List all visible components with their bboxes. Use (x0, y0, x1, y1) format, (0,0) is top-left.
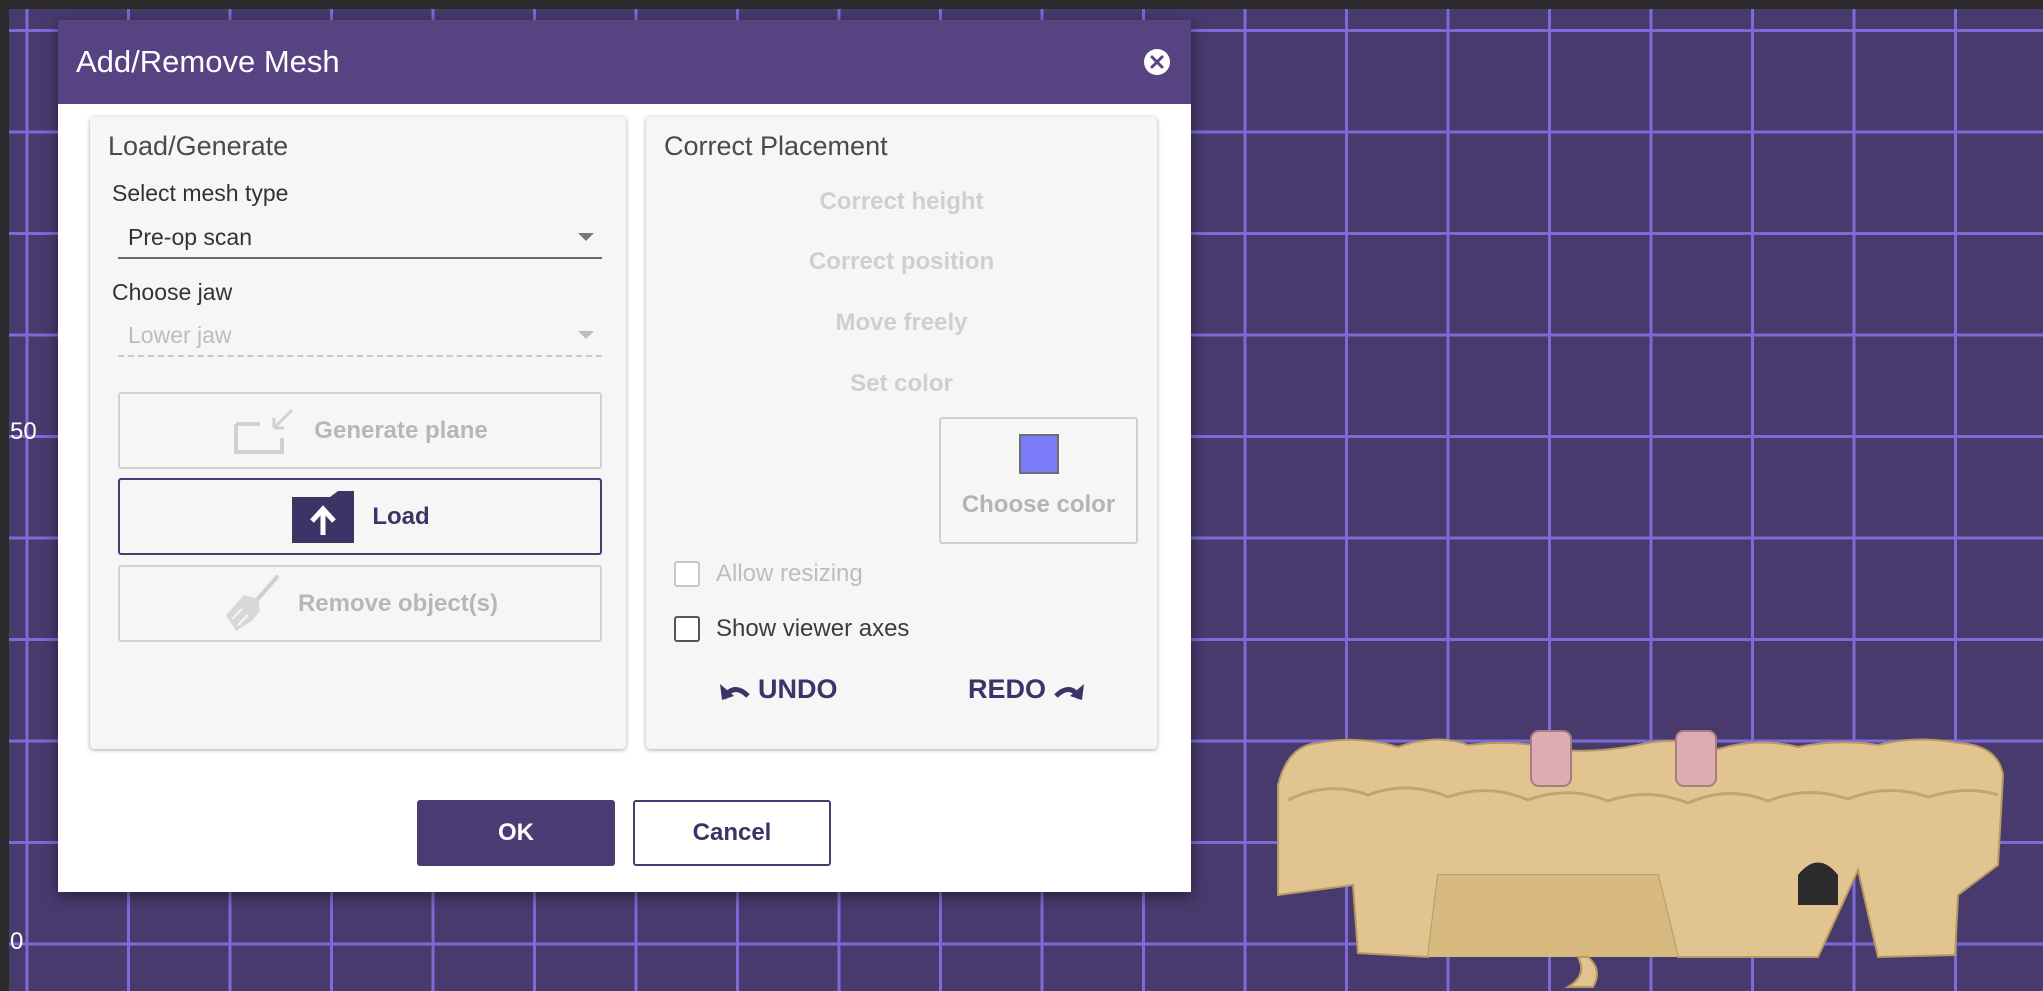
allow-resizing-label: Allow resizing (716, 560, 863, 587)
correct-position-button[interactable]: Correct position (646, 248, 1157, 276)
generate-plane-label: Generate plane (314, 416, 488, 444)
correct-height-button[interactable]: Correct height (646, 188, 1157, 216)
redo-icon (1054, 683, 1085, 700)
dialog-header: Add/Remove Mesh (58, 20, 1191, 104)
redo-button[interactable]: REDO (968, 674, 1086, 705)
cancel-button[interactable]: Cancel (633, 800, 831, 866)
remove-objects-button[interactable]: Remove object(s) (118, 565, 602, 642)
jaw-label: Choose jaw (112, 279, 233, 305)
load-label: Load (372, 502, 430, 530)
add-remove-mesh-dialog: Add/Remove Mesh Load/Generate Select mes… (58, 20, 1191, 892)
dental-model-hole (1798, 862, 1838, 905)
correct-placement-panel: Correct Placement Correct height Correct… (646, 117, 1157, 749)
chevron-down-icon (578, 233, 594, 241)
dental-model-shadow (1428, 875, 1678, 957)
remove-objects-label: Remove object(s) (297, 589, 499, 617)
move-freely-button[interactable]: Move freely (646, 309, 1157, 337)
close-button[interactable] (1135, 40, 1179, 84)
show-viewer-axes-label: Show viewer axes (716, 615, 910, 642)
correct-placement-title: Correct Placement (664, 131, 888, 161)
axis-label-50: 50 (10, 418, 37, 445)
mesh-type-label: Select mesh type (112, 180, 289, 206)
mesh-type-select[interactable]: Pre-op scan (118, 217, 602, 259)
implant-right (1675, 730, 1717, 787)
allow-resizing-row: Allow resizing (674, 560, 863, 588)
close-circle-icon (1144, 49, 1170, 75)
implant-left (1530, 730, 1572, 787)
axis-label-0: 0 (10, 928, 24, 955)
color-swatch (1019, 434, 1059, 474)
load-button[interactable]: Load (118, 478, 602, 555)
mesh-type-value: Pre-op scan (128, 223, 253, 250)
dental-model-clip (1564, 956, 1598, 988)
chevron-down-icon (578, 331, 594, 339)
choose-color-button[interactable]: Choose color (939, 417, 1138, 544)
undo-icon (720, 683, 750, 700)
undo-button[interactable]: UNDO (718, 674, 838, 705)
ok-button[interactable]: OK (417, 800, 615, 866)
redo-label: REDO (968, 674, 1047, 704)
generate-plane-icon (234, 408, 294, 454)
undo-label: UNDO (758, 674, 838, 704)
load-generate-title: Load/Generate (108, 131, 289, 161)
upload-folder-icon (292, 490, 355, 543)
dialog-title: Add/Remove Mesh (76, 44, 340, 79)
allow-resizing-checkbox[interactable] (674, 561, 700, 587)
broom-icon (225, 574, 279, 631)
show-viewer-axes-row: Show viewer axes (674, 615, 909, 643)
generate-plane-button[interactable]: Generate plane (118, 392, 602, 469)
set-color-button[interactable]: Set color (646, 370, 1157, 398)
load-generate-panel: Load/Generate Select mesh type Pre-op sc… (90, 117, 626, 749)
jaw-select[interactable]: Lower jaw (118, 315, 602, 357)
choose-color-label: Choose color (961, 491, 1116, 518)
dental-model[interactable] (1258, 725, 2018, 990)
jaw-value: Lower jaw (128, 321, 232, 348)
show-viewer-axes-checkbox[interactable] (674, 616, 700, 642)
